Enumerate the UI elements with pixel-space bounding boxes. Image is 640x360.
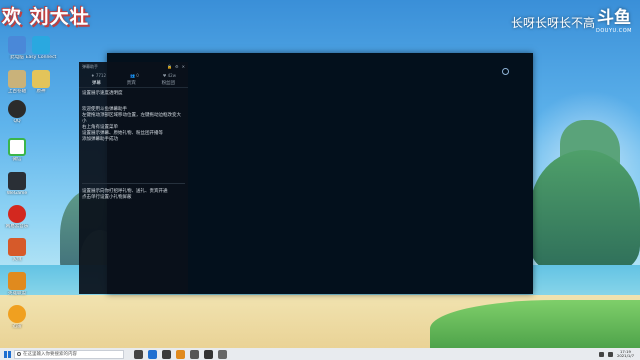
close-icon[interactable]: ✕ — [182, 64, 185, 69]
tab-vip[interactable]: 贵宾 — [127, 80, 136, 86]
qq-penguin-icon — [8, 100, 26, 118]
tab-danmaku[interactable]: 弹幕 — [92, 80, 101, 86]
desktop-icon-xunlei[interactable]: 迅雷 — [0, 305, 34, 330]
desktop-icon-easyconnect[interactable]: Easy Connect — [24, 36, 58, 61]
search-icon — [17, 352, 21, 356]
app-icon[interactable] — [204, 349, 213, 359]
desktop-icon-label: 迅雷 — [12, 324, 22, 329]
wechat-icon — [8, 138, 26, 156]
desktop-icon-label: 原神 — [36, 89, 46, 94]
lock-icon[interactable]: 🔒 — [167, 64, 172, 69]
message-line: 点击单行设置小礼物屏蔽 — [82, 195, 132, 200]
desktop-icon-label: Easy Connect — [25, 55, 57, 60]
taskbar: 在这里输入你要搜索的内容 17:19 2021/1/7 — [0, 348, 640, 360]
message-line: 左键拖动顶部区域移动位置，左键拖动边框改变大小 — [82, 113, 181, 124]
wallpaper-island — [530, 150, 640, 270]
easyconnect-icon — [32, 36, 50, 54]
logo-subtext: DOUYU.COM — [596, 28, 632, 34]
panel-header[interactable]: 弹幕助手 🔒 ⚙ ✕ — [79, 62, 188, 71]
desktop-icon-huorong[interactable]: 火绒 — [0, 238, 34, 263]
logo-text: 斗鱼 — [597, 8, 631, 28]
music-icon — [8, 205, 26, 223]
tab-fans[interactable]: 粉丝团 — [162, 80, 176, 86]
taskbar-apps — [134, 349, 227, 359]
genshin-icon — [32, 70, 50, 88]
message-list: 设置展示速度透明度 欢迎使用斗鱼弹幕助手 左键拖动顶部区域移动位置，左键拖动边框… — [79, 88, 188, 201]
message-line: 添加弹幕助手成功 — [82, 137, 118, 142]
desktop-icon-lol[interactable]: 英雄联盟 — [0, 272, 34, 297]
streamer-title: 欢 刘大壮 — [2, 6, 90, 28]
desktop-icon-netease-music[interactable]: 网易云音乐 — [0, 205, 34, 230]
desktop-icon-label: 网易云音乐 — [5, 224, 29, 229]
desktop-icon-genshin[interactable]: 原神 — [24, 70, 58, 95]
start-button[interactable] — [0, 348, 14, 360]
edge-icon[interactable] — [148, 349, 157, 359]
stat-followers: ♥ 42w — [162, 72, 176, 78]
game-icon — [8, 272, 26, 290]
clock[interactable]: 17:19 2021/1/7 — [616, 349, 634, 359]
panel-tabs: 弹幕 贵宾 粉丝团 — [79, 79, 188, 88]
divider — [82, 183, 185, 184]
volume-icon[interactable] — [607, 351, 613, 357]
stream-slogan: 长呀长呀长不高 — [511, 16, 596, 30]
loading-indicator-icon — [502, 68, 509, 75]
windows-icon — [3, 350, 11, 358]
wegame-icon — [8, 172, 26, 190]
panel-title: 弹幕助手 — [82, 63, 98, 69]
desktop-icon-wechat[interactable]: 微信 — [0, 138, 34, 163]
shield-icon — [8, 238, 26, 256]
stats-row: ♦ 7712 👥 0 ♥ 42w — [79, 71, 188, 79]
taskbar-search[interactable]: 在这里输入你要搜索的内容 — [14, 349, 124, 359]
desktop-icon-label: 火绒 — [12, 257, 22, 262]
stat-viewers: 👥 0 — [130, 72, 139, 78]
desktop-icon-wegame[interactable]: WeGame — [0, 172, 34, 197]
thunder-icon — [8, 305, 26, 323]
app-icon[interactable] — [162, 349, 171, 359]
app-icon[interactable] — [176, 349, 185, 359]
desktop-icon-label: 微信 — [12, 157, 22, 162]
search-placeholder: 在这里输入你要搜索的内容 — [23, 352, 77, 357]
task-view-icon[interactable] — [134, 349, 143, 359]
stat-hot: ♦ 7712 — [90, 72, 107, 78]
app-icon[interactable] — [190, 349, 199, 359]
desktop-icon-label: WeGame — [6, 191, 28, 196]
app-icon[interactable] — [218, 349, 227, 359]
desktop-icon-qq[interactable]: QQ — [0, 100, 34, 125]
system-tray: 17:19 2021/1/7 — [598, 349, 640, 359]
desktop-icon-label: QQ — [13, 119, 21, 124]
clock-date: 2021/1/7 — [616, 353, 634, 358]
danmaku-panel[interactable]: 弹幕助手 🔒 ⚙ ✕ ♦ 7712 👥 0 ♥ 42w 弹幕 贵宾 粉丝团 设置… — [79, 62, 188, 294]
desktop-icon-label: 英雄联盟 — [8, 291, 26, 296]
network-icon[interactable] — [598, 351, 604, 357]
gear-icon[interactable]: ⚙ — [175, 64, 179, 69]
douyu-logo: 斗鱼 DOUYU.COM — [592, 8, 636, 36]
